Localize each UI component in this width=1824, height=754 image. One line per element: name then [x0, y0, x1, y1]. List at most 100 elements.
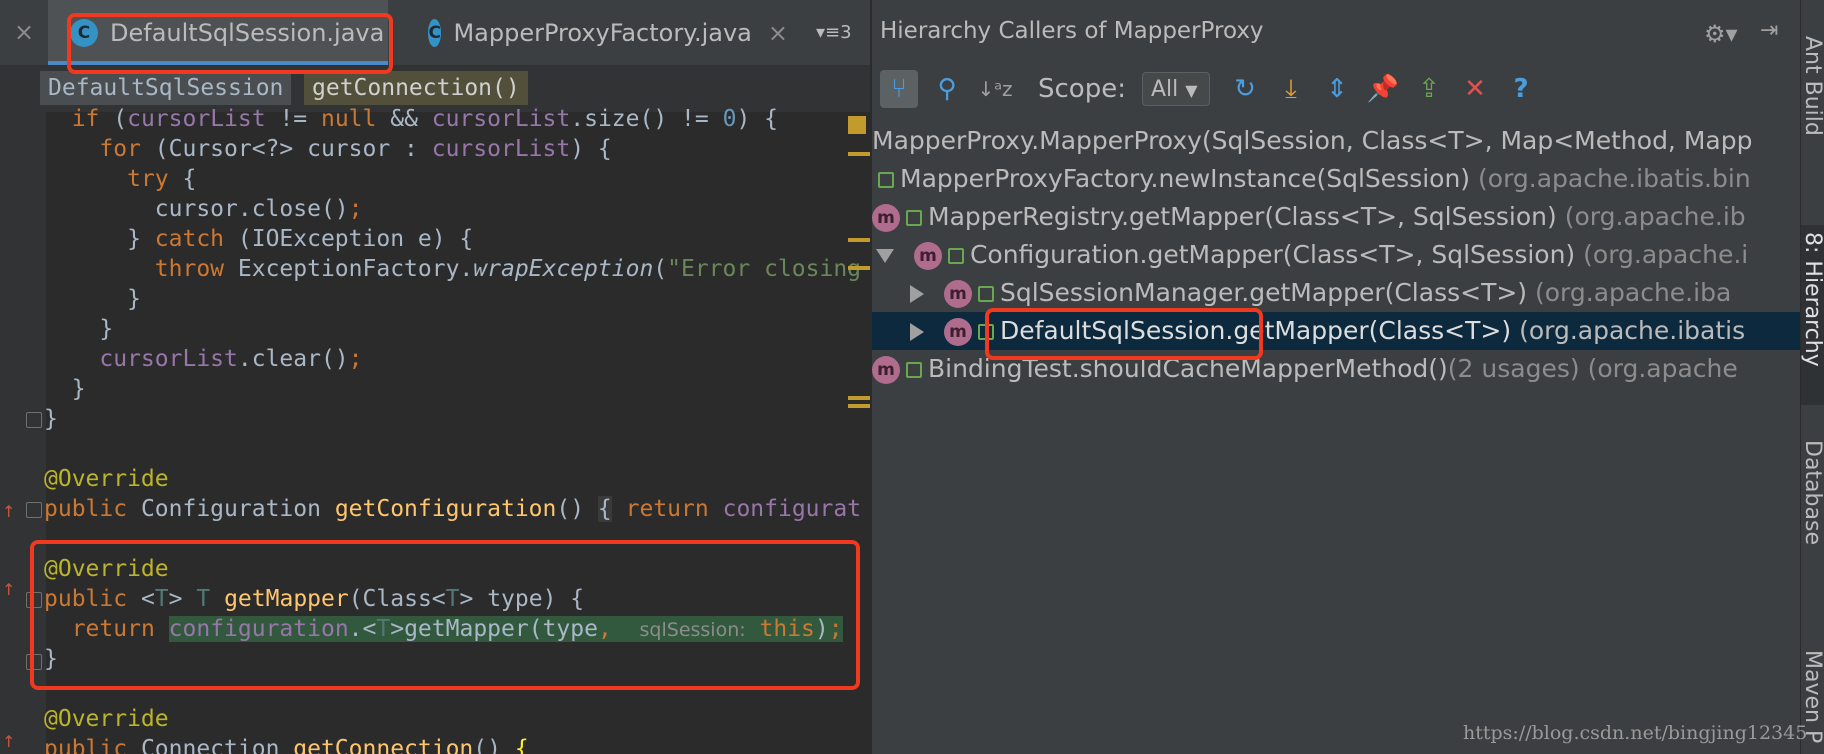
fold-marker-icon[interactable] [26, 412, 42, 428]
code-line: } [44, 286, 141, 312]
code-editor: × C DefaultSqlSession.java C MapperProxy… [0, 0, 870, 754]
highlight-box-tree-node [985, 308, 1263, 360]
code-line: @Override [44, 706, 169, 732]
hierarchy-toolbar: ⑂ ⚲ ↓ᵃz Scope: All ▼ ↻ ⤓ ⇕ 📌 ⇪ ✕ ? [872, 62, 1802, 116]
public-visibility-icon [947, 248, 964, 264]
tree-node-label: MapperProxyFactory.newInstance(SqlSessio… [900, 164, 1471, 193]
error-stripe-marker[interactable] [848, 404, 870, 408]
caller-hierarchy-button[interactable]: ⑂ [880, 70, 918, 108]
tool-window-strip: Ant Build 8: Hierarchy Database Maven P [1800, 0, 1824, 754]
error-stripe-marker[interactable] [848, 116, 866, 134]
code-line: for (Cursor<?> cursor : cursorList) { [99, 136, 612, 162]
tree-node-label: MapperProxy.MapperProxy(SqlSession, Clas… [872, 126, 1753, 155]
public-visibility-icon [906, 210, 922, 226]
tree-node[interactable]: m Configuration.getMapper(Class<T>, SqlSe… [872, 236, 1802, 274]
class-icon: C [428, 18, 442, 47]
callee-hierarchy-button[interactable]: ⚲ [928, 70, 966, 108]
public-visibility-icon [906, 362, 922, 378]
scope-value: All [1151, 77, 1179, 102]
sort-alphabetically-button[interactable]: ↓ᵃz [976, 70, 1014, 108]
export-button[interactable]: ⇪ [1410, 70, 1448, 108]
tree-node-label: SqlSessionManager.getMapper(Class<T>) [999, 278, 1528, 307]
hide-panel-icon[interactable]: ⇥ [1760, 18, 1778, 43]
callee-hierarchy-icon: ⚲ [937, 74, 957, 104]
highlight-box-tab [67, 13, 393, 74]
code-line: } [44, 406, 58, 432]
test-method-icon: m [872, 356, 900, 384]
collapsed-arrow-icon[interactable] [910, 323, 924, 341]
code-line: } [44, 316, 114, 342]
code-line: } catch (IOException e) { [44, 226, 474, 252]
method-icon: m [913, 242, 942, 270]
sort-az-icon: ↓ᵃz [977, 77, 1013, 101]
refresh-icon: ↻ [1234, 74, 1256, 104]
method-icon: m [872, 204, 900, 232]
tree-node-package: (org.apache.ibatis.bin [1478, 164, 1751, 193]
autoscroll-to-source-button[interactable]: ⤓ [1272, 70, 1310, 108]
expand-all-button[interactable]: ⇕ [1318, 70, 1356, 108]
code-line: if (cursorList != null && cursorList.siz… [71, 106, 778, 132]
chevron-down-icon: ▼ [1185, 81, 1198, 100]
side-tab-database[interactable]: Database [1800, 440, 1824, 545]
export-icon: ⇪ [1418, 74, 1440, 104]
tree-node[interactable]: m SqlSessionManager.getMapper(Class<T>) (… [872, 274, 1802, 312]
side-tab-ant-build[interactable]: Ant Build [1800, 36, 1824, 136]
hierarchy-panel: Hierarchy Callers of MapperProxy ⚙▾ ⇥ ⑂ … [870, 0, 1802, 754]
tab-overflow-button[interactable]: ▾≡3 [816, 22, 852, 43]
tab-mapperproxyfactory[interactable]: C MapperProxyFactory.java × [428, 0, 788, 65]
tree-node-package: (org.apache [1587, 354, 1738, 383]
side-tab-hierarchy[interactable]: 8: Hierarchy [1800, 232, 1824, 367]
caller-hierarchy-icon: ⑂ [891, 74, 907, 104]
public-visibility-icon [977, 286, 994, 302]
pin-icon: 📌 [1366, 74, 1400, 104]
code-line: public Connection getConnection() { [44, 736, 529, 754]
fold-marker-icon[interactable] [26, 502, 42, 518]
help-button[interactable]: ? [1502, 70, 1540, 108]
tree-node-package: (org.apache.iba [1535, 278, 1732, 307]
refresh-button[interactable]: ↻ [1226, 70, 1264, 108]
close-icon[interactable]: × [14, 18, 34, 46]
breadcrumb-method[interactable]: getConnection() [304, 71, 528, 105]
tab-label: MapperProxyFactory.java [453, 18, 752, 47]
tree-node-usages: (2 usages) [1447, 354, 1580, 383]
scope-label: Scope: [1038, 74, 1126, 104]
pin-tab-button[interactable]: 📌 [1364, 70, 1402, 108]
code-line: throw ExceptionFactory.wrapException("Er… [154, 256, 862, 282]
tree-node-package: (org.apache.ib [1564, 202, 1746, 231]
close-hierarchy-button[interactable]: ✕ [1456, 70, 1494, 108]
tree-node[interactable]: MapperProxyFactory.newInstance(SqlSessio… [872, 160, 1802, 198]
watermark: https://blog.csdn.net/bingjing12345 [1463, 722, 1808, 744]
code-line: cursor.close(); [44, 196, 363, 222]
tree-node[interactable]: m MapperRegistry.getMapper(Class<T>, SqlS… [872, 198, 1802, 236]
override-marker-icon: ↑ [2, 580, 16, 599]
close-icon[interactable]: × [768, 19, 788, 47]
code-line: cursorList.clear(); [99, 346, 363, 372]
code-line: } [44, 376, 86, 402]
public-visibility-icon [878, 172, 894, 188]
tree-node-label: Configuration.getMapper(Class<T>, SqlSes… [969, 240, 1576, 269]
gear-icon[interactable]: ⚙▾ [1704, 20, 1738, 48]
close-icon: ✕ [1464, 74, 1486, 104]
method-icon: m [943, 280, 972, 308]
expand-all-icon: ⇕ [1326, 74, 1348, 104]
error-stripe-marker[interactable] [848, 152, 870, 156]
override-marker-icon: ↑ [2, 732, 16, 751]
override-marker-icon: ↑ [2, 502, 16, 521]
error-stripe-marker[interactable] [848, 266, 870, 270]
error-stripe-marker[interactable] [848, 238, 870, 242]
expanded-arrow-icon[interactable] [876, 249, 894, 263]
method-icon: m [943, 318, 972, 346]
highlight-box-code [30, 540, 860, 690]
tree-node-label: MapperRegistry.getMapper(Class<T>, SqlSe… [928, 202, 1557, 231]
breadcrumb-class[interactable]: DefaultSqlSession [40, 71, 292, 105]
scope-select[interactable]: All ▼ [1142, 72, 1210, 106]
code-line: public Configuration getConfiguration() … [44, 496, 862, 522]
error-stripe-marker[interactable] [848, 396, 870, 400]
code-line: @Override [44, 466, 169, 492]
help-icon: ? [1513, 74, 1529, 104]
collapsed-arrow-icon[interactable] [910, 285, 924, 303]
tree-node[interactable]: MapperProxy.MapperProxy(SqlSession, Clas… [872, 122, 1802, 160]
list-icon: ▾≡ [816, 22, 841, 43]
panel-title: Hierarchy Callers of MapperProxy [880, 18, 1264, 44]
code-line: try { [127, 166, 197, 192]
